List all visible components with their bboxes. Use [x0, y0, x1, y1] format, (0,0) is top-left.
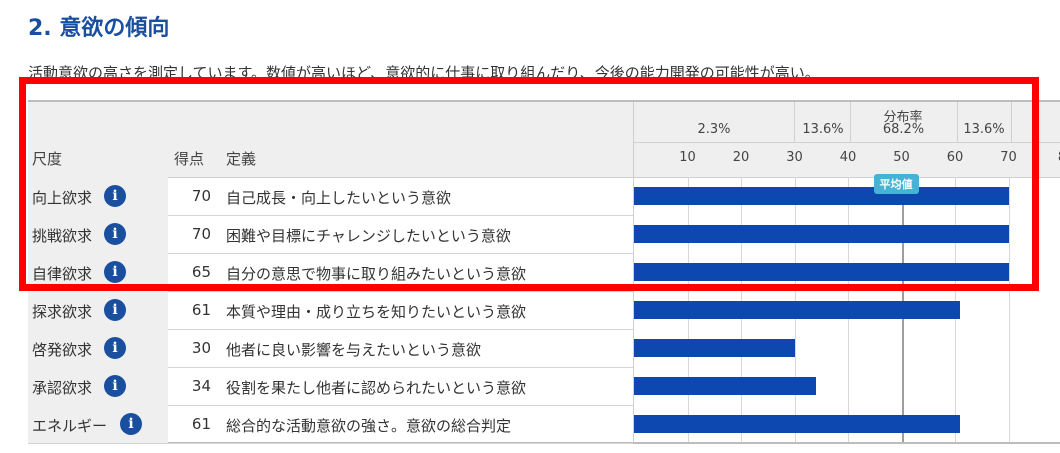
score-bar	[634, 339, 795, 357]
definition-text: 総合的な活動意欲の強さ。意欲の総合判定	[226, 417, 512, 435]
table-row: 向上欲求 i 70 自己成長・向上したいという意欲	[28, 177, 633, 216]
scale-name: 探求欲求	[32, 303, 93, 321]
table-row: 自律欲求 i 65 自分の意思で物事に取り組みたいという意欲	[28, 253, 633, 292]
scale-cell: 承認欲求 i	[28, 367, 168, 405]
score-value: 61	[191, 415, 211, 433]
score-value: 65	[191, 263, 211, 281]
info-icon[interactable]: i	[104, 261, 126, 283]
average-badge: 平均値	[873, 174, 919, 194]
tick-label: 70	[1000, 150, 1017, 165]
table-row: 探求欲求 i 61 本質や理由・成り立ちを知りたいという意欲	[28, 291, 633, 330]
scale-cell: 探求欲求 i	[28, 291, 168, 329]
scale-name: 承認欲求	[32, 379, 93, 397]
band-label: 68.2%	[882, 122, 925, 137]
info-icon[interactable]: i	[104, 299, 126, 321]
section-title: 2. 意欲の傾向	[28, 16, 170, 41]
scale-name: エネルギー	[32, 417, 108, 435]
tick-label: 30	[786, 150, 803, 165]
score-bar	[634, 301, 961, 319]
band-label: 13.6%	[963, 122, 1005, 137]
scale-name: 啓発欲求	[32, 341, 93, 359]
table-row: 啓発欲求 i 30 他者に良い影響を与えたいという意欲	[28, 329, 633, 368]
scale-cell: 啓発欲求 i	[28, 329, 168, 367]
scale-cell: 自律欲求 i	[28, 253, 168, 291]
table-row: 承認欲求 i 34 役割を果たし他者に認められたいという意欲	[28, 367, 633, 406]
tick-label: 20	[732, 150, 750, 165]
info-icon[interactable]: i	[104, 375, 126, 397]
tick-label: 50	[893, 150, 910, 165]
section-description: 活動意欲の高さを測定しています。数値が高いほど、意欲的に仕事に取り組んだり、今後…	[28, 64, 820, 82]
info-icon[interactable]: i	[104, 337, 126, 359]
definition-text: 役割を果たし他者に認められたいという意欲	[226, 379, 527, 397]
score-bar	[634, 187, 1009, 205]
header-definition: 定義	[226, 150, 257, 168]
definition-text: 他者に良い影響を与えたいという意欲	[226, 341, 482, 359]
score-value: 34	[191, 377, 211, 395]
header-scale: 尺度	[32, 150, 63, 168]
score-value: 70	[191, 187, 211, 205]
band-divider	[794, 102, 795, 142]
definition-text: 自分の意思で物事に取り組みたいという意欲	[226, 265, 527, 283]
score-value: 61	[191, 301, 211, 319]
scale-name: 自律欲求	[32, 265, 93, 283]
score-bar	[634, 225, 1009, 243]
scale-cell: 向上欲求 i	[28, 177, 168, 215]
distribution-chart: 分布率 2.3% 13.6% 68.2% 13.6% 10 20 30 40 50 60 7…	[633, 102, 1060, 442]
info-icon[interactable]: i	[104, 185, 126, 207]
motivation-table: 尺度 得点 定義 向上欲求 i 70 自己成長・向上したいという意欲 挑戦欲求 …	[28, 100, 1060, 444]
tick-label: 40	[839, 150, 857, 165]
scale-cell: 挑戦欲求 i	[28, 215, 168, 253]
scale-name: 挑戦欲求	[32, 227, 93, 245]
table-row: 挑戦欲求 i 70 困難や目標にチャレンジしたいという意欲	[28, 215, 633, 254]
score-value: 30	[191, 339, 211, 357]
tick-label: 8	[1047, 150, 1060, 165]
tick-label: 10	[679, 150, 696, 165]
band-divider	[850, 102, 851, 142]
grid-line	[1008, 177, 1010, 442]
definition-text: 本質や理由・成り立ちを知りたいという意欲	[226, 303, 527, 321]
score-bar	[634, 263, 1009, 281]
header-separator	[634, 142, 1060, 143]
score-bar	[634, 377, 816, 395]
info-icon[interactable]: i	[104, 223, 126, 245]
tick-label: 60	[946, 150, 964, 165]
header-score: 得点	[174, 150, 205, 168]
band-divider	[1011, 102, 1012, 142]
band-divider	[957, 102, 958, 142]
scale-name: 向上欲求	[32, 189, 93, 207]
band-label: 2.3%	[697, 122, 731, 137]
definition-text: 困難や目標にチャレンジしたいという意欲	[226, 227, 511, 245]
score-bar	[634, 415, 961, 433]
definition-text: 自己成長・向上したいという意欲	[226, 189, 452, 207]
scale-cell: エネルギー i	[28, 405, 168, 443]
band-label: 13.6%	[802, 122, 844, 137]
info-icon[interactable]: i	[120, 413, 142, 435]
score-value: 70	[191, 225, 211, 243]
table-row: エネルギー i 61 総合的な活動意欲の強さ。意欲の総合判定	[28, 405, 633, 444]
